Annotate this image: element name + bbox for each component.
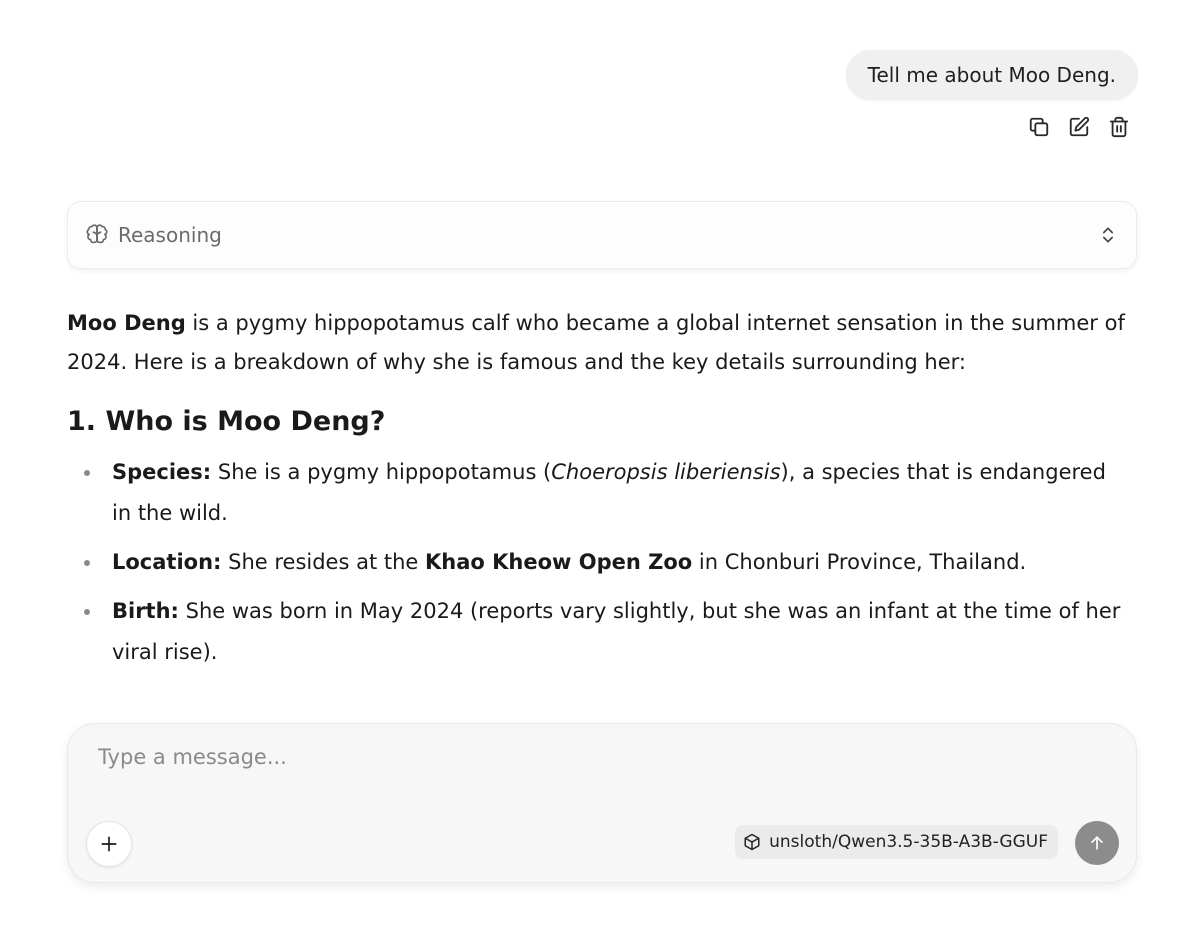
trash-icon [1109,116,1129,138]
cube-icon [744,833,760,851]
reasoning-label: Reasoning [118,223,222,247]
brain-icon [86,224,108,246]
arrow-up-icon [1091,836,1103,850]
edit-button[interactable] [1068,116,1090,138]
model-name: unsloth/Qwen3.5-35B-A3B-GGUF [769,832,1048,852]
birth-label: Birth: [112,599,179,623]
species-latin-name: Choeropsis liberiensis [551,460,781,484]
plus-icon [101,836,117,852]
location-zoo-name: Khao Kheow Open Zoo [425,550,693,574]
intro-bold: Moo Deng [67,311,186,335]
copy-button[interactable] [1028,116,1050,138]
intro-text: is a pygmy hippopotamus calf who became … [67,311,1125,374]
list-item-species: Species: She is a pygmy hippopotamus (Ch… [84,452,1127,534]
chevrons-up-down-icon [1098,225,1118,245]
user-message: Tell me about Moo Deng. [845,50,1138,138]
reasoning-toggle[interactable]: Reasoning [67,201,1137,269]
send-button[interactable] [1075,821,1119,865]
list-item-birth: Birth: She was born in May 2024 (reports… [84,591,1127,673]
location-label: Location: [112,550,222,574]
assistant-message: Moo Deng is a pygmy hippopotamus calf wh… [67,304,1127,681]
edit-icon [1069,116,1090,137]
message-input[interactable] [96,744,1000,770]
list-item-location: Location: She resides at the Khao Kheow … [84,542,1127,583]
message-actions [1028,116,1130,138]
answer-heading: 1. Who is Moo Deng? [67,406,386,437]
location-text-before: She resides at the [221,550,426,574]
copy-icon [1029,117,1049,137]
birth-text: She was born in May 2024 (reports vary s… [112,599,1121,664]
answer-intro: Moo Deng is a pygmy hippopotamus calf wh… [67,304,1127,382]
user-message-bubble: Tell me about Moo Deng. [845,50,1138,100]
message-composer: unsloth/Qwen3.5-35B-A3B-GGUF [67,723,1137,883]
model-selector[interactable]: unsloth/Qwen3.5-35B-A3B-GGUF [735,825,1058,859]
species-label: Species: [112,460,212,484]
delete-button[interactable] [1108,116,1130,138]
answer-list: Species: She is a pygmy hippopotamus (Ch… [67,452,1127,673]
species-text-before: She is a pygmy hippopotamus ( [211,460,552,484]
location-text-after: in Chonburi Province, Thailand. [692,550,1027,574]
attach-button[interactable] [86,821,132,867]
